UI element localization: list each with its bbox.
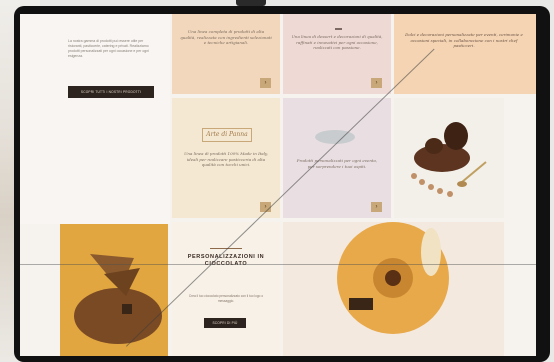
arrow-icon: › xyxy=(375,80,378,86)
tile-top-2-arrow-button[interactable]: › xyxy=(371,78,382,88)
tile-mid-2-arrow-button[interactable]: › xyxy=(371,202,382,212)
personalizzazioni-title: PERSONALIZZAZIONI IN CIOCCOLATO xyxy=(187,254,265,267)
chocolate-dessert-image xyxy=(411,122,487,197)
tile-bottom-3-cake-image xyxy=(283,222,504,356)
tile-top-1-text: Una linea completa di prodotti di alta q… xyxy=(180,29,272,45)
tile-personalizzazioni: PERSONALIZZAZIONI IN CIOCCOLATO Crea il … xyxy=(172,222,280,356)
personalizzazioni-text: Crea il tuo cioccolato personalizzato co… xyxy=(188,294,264,303)
tile-top-3-text: Dolci e decorazioni personalizzate per e… xyxy=(405,32,523,48)
tile-mid-2: Prodotti personalizzati per ogni evento,… xyxy=(283,98,391,218)
tile-mid-1: Arte di Panna Una linea di prodotti 100%… xyxy=(172,98,280,218)
tile-mid-2-text: Prodotti personalizzati per ogni evento,… xyxy=(296,158,378,169)
tile-top-1: Una linea completa di prodotti di alta q… xyxy=(172,14,280,94)
arrow-icon: › xyxy=(264,80,267,86)
tile-top-2-mark xyxy=(335,28,342,30)
intro-section: La nostra gamma di prodotti può essere u… xyxy=(20,14,170,224)
mirror-cake-image xyxy=(60,224,168,356)
personalizzazioni-button[interactable]: SCOPRI DI PIÙ xyxy=(204,318,246,328)
monitor-stand-notch xyxy=(236,0,266,6)
tile-bottom-1-mirror-cake-image xyxy=(60,224,168,356)
tile-mid-3-dessert-image xyxy=(394,98,504,218)
arrow-icon: › xyxy=(375,204,378,210)
tile-top-3: Dolci e decorazioni personalizzate per e… xyxy=(394,14,536,94)
tile-top-2: Una linea di dessert e decorazioni di qu… xyxy=(283,14,391,94)
tile-top-2-text: Una linea di dessert e decorazioni di qu… xyxy=(291,34,383,50)
screen-reflection-horizontal xyxy=(20,264,536,265)
all-products-button[interactable]: SCOPRI TUTTI I NOSTRI PRODOTTI xyxy=(68,86,154,98)
tile-mid-2-logo xyxy=(315,130,355,144)
tile-top-1-arrow-button[interactable]: › xyxy=(260,78,271,88)
arte-di-panna-logo: Arte di Panna xyxy=(202,128,252,142)
website-screen: La nostra gamma di prodotti può essere u… xyxy=(20,14,536,356)
intro-text: La nostra gamma di prodotti può essere u… xyxy=(68,39,149,58)
orange-donut-cake-image xyxy=(283,222,504,356)
tile-mid-1-text: Una linea di prodotti 100% Made in Italy… xyxy=(184,151,268,167)
